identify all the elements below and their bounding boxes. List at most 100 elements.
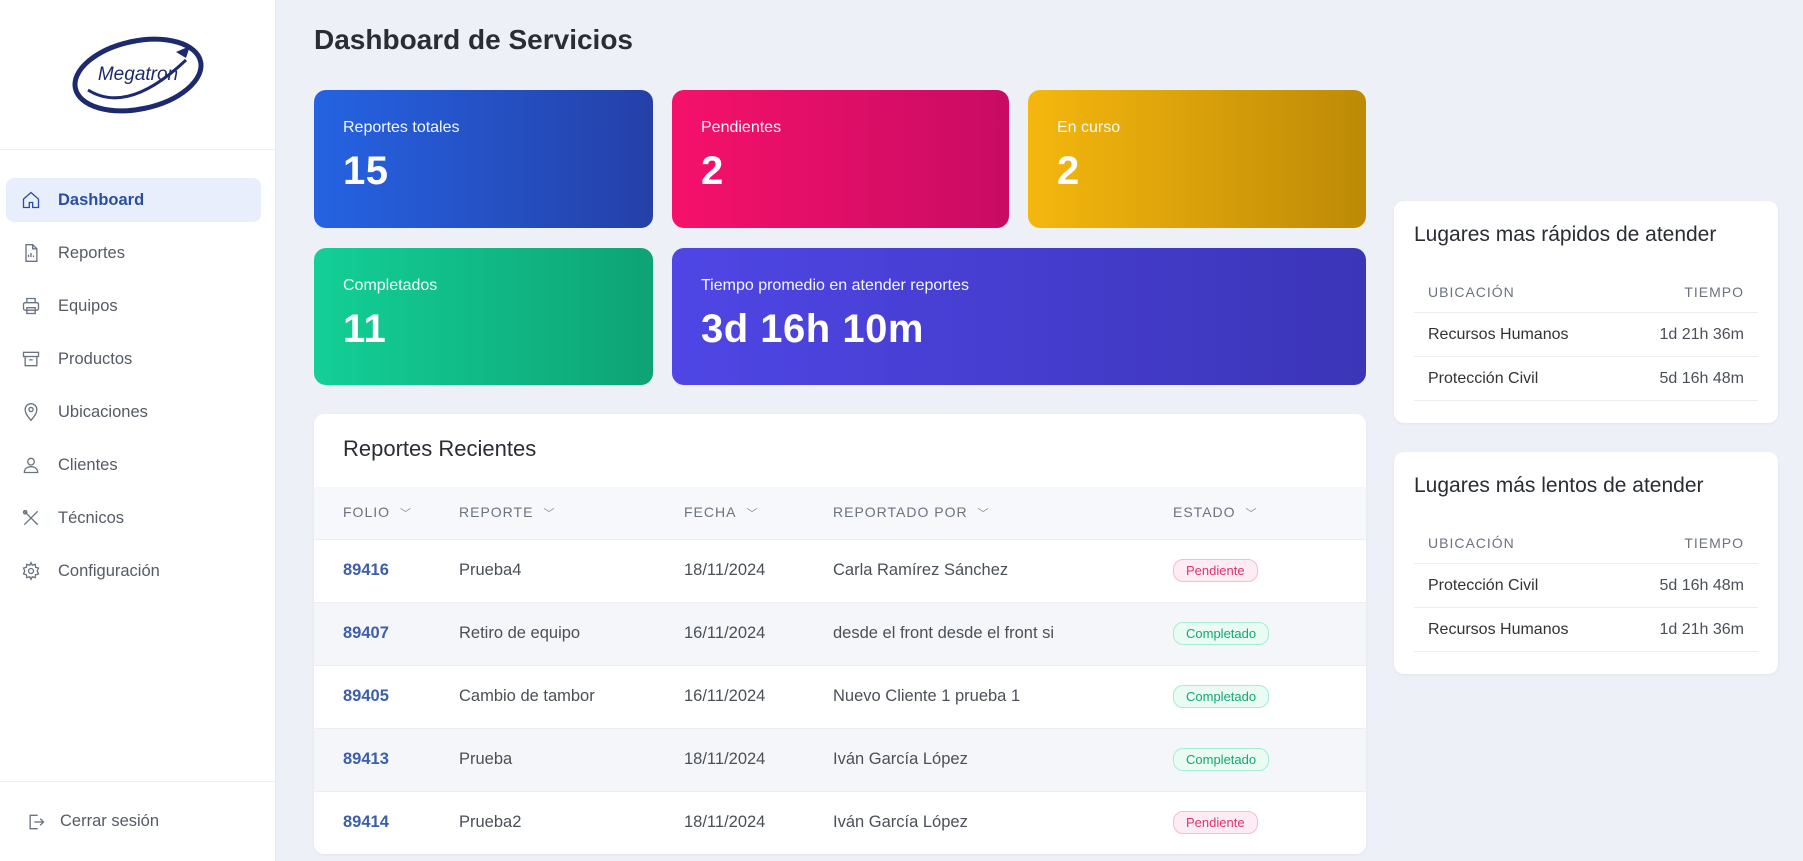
stat-card-in-progress: En curso 2	[1028, 90, 1366, 228]
cell-folio[interactable]: 89405	[314, 664, 459, 728]
cell-time: 5d 16h 48m	[1659, 369, 1744, 387]
table-row: Protección Civil 5d 16h 48m	[1414, 357, 1758, 401]
logout-button[interactable]: Cerrar sesión	[0, 781, 275, 861]
stat-label: Completados	[343, 277, 438, 294]
cell-fecha: 16/11/2024	[684, 601, 833, 665]
cell-fecha: 18/11/2024	[684, 538, 833, 602]
cell-estado: Completado	[1173, 727, 1366, 791]
sidebar-item-label: Técnicos	[58, 508, 125, 527]
sidebar-item-label: Ubicaciones	[58, 402, 148, 421]
home-icon	[20, 189, 42, 211]
cell-time: 1d 21h 36m	[1659, 325, 1744, 343]
table-row[interactable]: 89414 Prueba2 18/11/2024 Iván García Lóp…	[314, 790, 1366, 854]
sidebar-item-ubicaciones[interactable]: Ubicaciones	[6, 390, 261, 434]
column-header-ubicacion: UBICACIÓN	[1428, 283, 1515, 300]
cell-estado: Completado	[1173, 664, 1366, 728]
column-header-estado[interactable]: ESTADO ﹀	[1173, 487, 1366, 539]
sidebar-item-label: Productos	[58, 349, 133, 368]
table-row: Recursos Humanos 1d 21h 36m	[1414, 313, 1758, 357]
table-row[interactable]: 89407 Retiro de equipo 16/11/2024 desde …	[314, 601, 1366, 665]
stat-value: 3d 16h 10m	[701, 307, 924, 351]
status-badge: Completado	[1173, 685, 1270, 708]
stat-value: 2	[1057, 149, 1080, 193]
stat-label: Reportes totales	[343, 119, 460, 136]
table-header-row: FOLIO ﹀ REPORTE ﹀ FECHA ﹀ REPORTADO POR ﹀ ES…	[314, 487, 1366, 539]
stat-label: Pendientes	[701, 119, 782, 136]
cell-fecha: 16/11/2024	[684, 664, 833, 728]
printer-icon	[20, 295, 42, 317]
cell-folio[interactable]: 89407	[314, 601, 459, 665]
cell-time: 1d 21h 36m	[1659, 620, 1744, 638]
chevron-down-icon: ﹀	[1245, 508, 1258, 521]
chevron-down-icon: ﹀	[746, 508, 759, 521]
recent-reports-panel: Reportes Recientes FOLIO ﹀ REPORTE ﹀ FECHA…	[314, 414, 1366, 854]
cell-reporte: Prueba	[459, 727, 684, 791]
fastest-locations-panel: Lugares mas rápidos de atender UBICACIÓN…	[1394, 201, 1778, 423]
stat-card-completed: Completados 11	[314, 248, 653, 385]
cell-folio[interactable]: 89414	[314, 790, 459, 854]
sidebar-item-label: Equipos	[58, 296, 118, 315]
column-header-fecha[interactable]: FECHA ﹀	[684, 487, 833, 539]
cell-location: Recursos Humanos	[1428, 325, 1569, 343]
cell-location: Recursos Humanos	[1428, 620, 1569, 638]
cell-location: Protección Civil	[1428, 576, 1539, 594]
sidebar-item-clientes[interactable]: Clientes	[6, 443, 261, 487]
cell-estado: Pendiente	[1173, 790, 1366, 854]
cell-reporte: Cambio de tambor	[459, 664, 684, 728]
sidebar-item-productos[interactable]: Productos	[6, 337, 261, 381]
sidebar-item-label: Configuración	[58, 561, 160, 580]
column-header-reportado-por[interactable]: REPORTADO POR ﹀	[833, 487, 1173, 539]
column-header-tiempo: TIEMPO	[1684, 534, 1744, 551]
cell-location: Protección Civil	[1428, 369, 1539, 387]
sidebar-item-reportes[interactable]: Reportes	[6, 231, 261, 275]
stat-card-pending: Pendientes 2	[672, 90, 1009, 228]
stat-value: 15	[343, 149, 389, 193]
logo-area: Megatron	[0, 0, 275, 150]
stat-card-avg-time: Tiempo promedio en atender reportes 3d 1…	[672, 248, 1366, 385]
tools-icon	[20, 507, 42, 529]
panel-title: Lugares más lentos de atender	[1414, 474, 1704, 497]
chevron-down-icon: ﹀	[400, 508, 413, 521]
sidebar-item-tecnicos[interactable]: Técnicos	[6, 496, 261, 540]
archive-box-icon	[20, 348, 42, 370]
panel-title: Lugares mas rápidos de atender	[1414, 223, 1717, 246]
column-header-folio[interactable]: FOLIO ﹀	[314, 487, 459, 539]
sidebar-nav: Dashboard Reportes Equipos Productos Ubi…	[0, 150, 275, 593]
logout-label: Cerrar sesión	[60, 812, 160, 830]
cell-folio[interactable]: 89413	[314, 727, 459, 791]
status-badge: Pendiente	[1173, 811, 1258, 835]
cell-fecha: 18/11/2024	[684, 790, 833, 854]
stat-label: Tiempo promedio en atender reportes	[701, 277, 969, 294]
cell-estado: Completado	[1173, 601, 1366, 665]
sidebar-item-configuracion[interactable]: Configuración	[6, 549, 261, 593]
cell-reportado-por: Iván García López	[833, 727, 1173, 791]
cell-reporte: Prueba4	[459, 538, 684, 602]
cell-time: 5d 16h 48m	[1659, 576, 1744, 594]
svg-text:Megatron: Megatron	[97, 64, 177, 85]
chevron-down-icon: ﹀	[543, 508, 556, 521]
column-header-reporte[interactable]: REPORTE ﹀	[459, 487, 684, 539]
column-header-ubicacion: UBICACIÓN	[1428, 534, 1515, 551]
stat-card-total: Reportes totales 15	[314, 90, 653, 228]
cell-reportado-por: Iván García López	[833, 790, 1173, 854]
table-row: Protección Civil 5d 16h 48m	[1414, 564, 1758, 608]
status-badge: Completado	[1173, 748, 1270, 771]
table-row[interactable]: 89416 Prueba4 18/11/2024 Carla Ramírez S…	[314, 538, 1366, 602]
cell-reportado-por: desde el front desde el front si	[833, 601, 1173, 665]
user-icon	[20, 454, 42, 476]
sidebar-item-equipos[interactable]: Equipos	[6, 284, 261, 328]
sidebar-item-label: Clientes	[58, 455, 118, 474]
cell-folio[interactable]: 89416	[314, 538, 459, 602]
sidebar-item-dashboard[interactable]: Dashboard	[6, 178, 261, 222]
table-row[interactable]: 89413 Prueba 18/11/2024 Iván García Lópe…	[314, 727, 1366, 791]
table-header-row: UBICACIÓN TIEMPO	[1414, 271, 1758, 313]
column-header-tiempo: TIEMPO	[1684, 283, 1744, 300]
table-row: Recursos Humanos 1d 21h 36m	[1414, 608, 1758, 652]
cell-fecha: 18/11/2024	[684, 727, 833, 791]
document-icon	[20, 242, 42, 264]
stat-label: En curso	[1057, 119, 1121, 136]
table-row[interactable]: 89405 Cambio de tambor 16/11/2024 Nuevo …	[314, 664, 1366, 728]
recent-reports-table: FOLIO ﹀ REPORTE ﹀ FECHA ﹀ REPORTADO POR ﹀ ES…	[314, 487, 1366, 854]
status-badge: Pendiente	[1173, 559, 1258, 582]
cell-reportado-por: Carla Ramírez Sánchez	[833, 538, 1173, 602]
